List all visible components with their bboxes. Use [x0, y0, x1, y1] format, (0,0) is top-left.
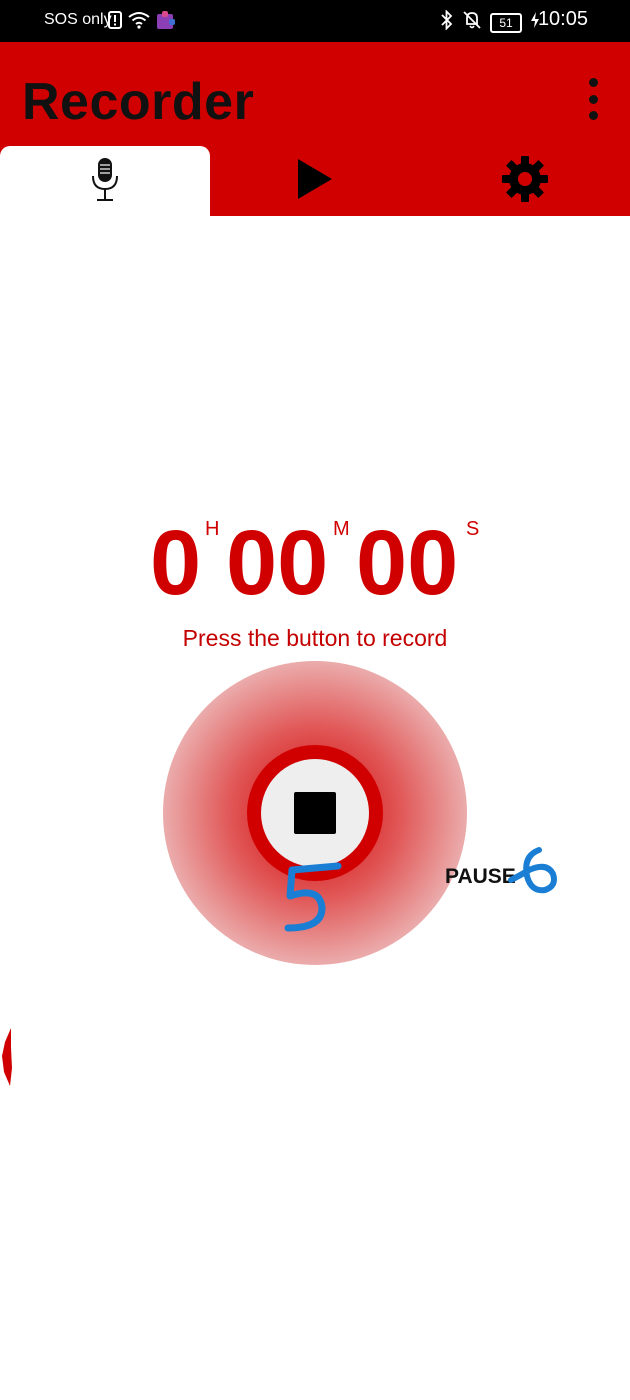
app-bar: Recorder	[0, 42, 630, 216]
timer-hours-unit: H	[205, 518, 220, 540]
timer-minutes: 00	[226, 512, 329, 614]
tab-settings[interactable]	[420, 146, 630, 216]
timer-minutes-unit: M	[333, 518, 350, 540]
play-icon	[296, 158, 334, 205]
bluetooth-icon	[440, 9, 454, 35]
more-options-icon[interactable]	[584, 78, 602, 120]
battery-indicator: 51	[490, 12, 522, 33]
gear-icon	[501, 155, 549, 208]
record-glow	[163, 661, 467, 965]
app-title: Recorder	[22, 73, 255, 131]
status-icons-right: 51	[440, 9, 540, 35]
status-icons-left	[108, 10, 176, 35]
stop-button-face	[261, 759, 369, 867]
edge-handle[interactable]	[0, 1028, 14, 1091]
mute-bell-icon	[462, 10, 482, 35]
clock-text: 10:05	[537, 8, 588, 30]
puzzle-app-icon	[156, 10, 176, 35]
wifi-icon	[128, 11, 150, 34]
stop-icon	[294, 792, 336, 834]
tab-record[interactable]	[0, 146, 210, 216]
timer-seconds: 00	[356, 512, 459, 614]
timer-hours: 0	[150, 512, 202, 614]
sim-alert-icon	[108, 11, 122, 34]
microphone-icon	[90, 156, 120, 207]
elapsed-timer: 0 H 00 M 00 S	[0, 505, 630, 615]
tab-playback[interactable]	[210, 146, 420, 216]
status-bar: SOS only 51 10:05	[0, 0, 630, 42]
carrier-text: SOS only	[44, 11, 112, 28]
timer-seconds-unit: S	[466, 518, 480, 540]
pause-button[interactable]: PAUSE	[445, 865, 516, 889]
record-hint-text: Press the button to record	[182, 625, 448, 651]
stop-record-button[interactable]	[247, 745, 383, 881]
